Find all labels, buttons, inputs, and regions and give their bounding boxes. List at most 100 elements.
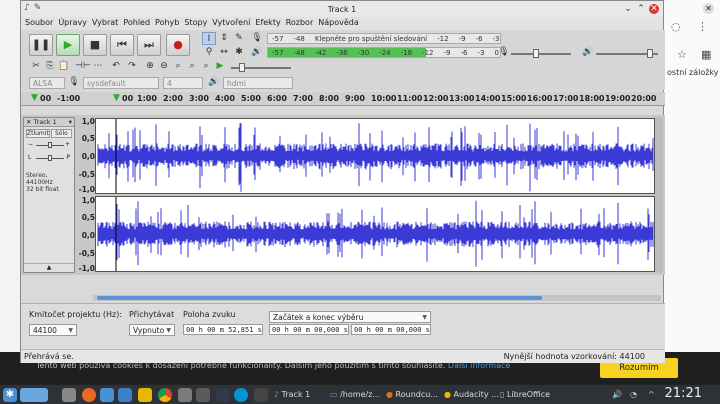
task-audacity-chrome[interactable]: ● Audacity ... (444, 387, 499, 403)
calculator-icon[interactable] (196, 388, 210, 402)
track-close-icon[interactable]: ✕ (26, 118, 31, 126)
selection-start-field[interactable]: 00 h 00 m 00,000 s (269, 324, 349, 335)
collapse-track-icon[interactable]: ▲ (24, 263, 74, 271)
play-volume-knob[interactable] (647, 49, 653, 58)
waveform-left-channel[interactable] (95, 118, 655, 194)
record-volume-slider[interactable] (511, 53, 571, 55)
cut-icon[interactable]: ✂ (29, 60, 43, 73)
hp-icon[interactable] (234, 388, 248, 402)
chrome-icon[interactable] (158, 388, 172, 402)
menu-view[interactable]: Pohled (123, 17, 155, 30)
close-icon[interactable]: ✕ (703, 3, 714, 14)
silence-icon[interactable]: ⋯ (91, 60, 105, 73)
selection-mode-select[interactable]: Začátek a konec výběru ▼ (269, 311, 431, 323)
other-bookmarks[interactable]: ostní záložky (667, 68, 719, 77)
timeshift-tool-icon[interactable]: ↔ (217, 46, 231, 59)
selection-end-field[interactable]: 00 h 00 m 00,000 s (351, 324, 431, 335)
close-window-icon[interactable]: ✕ (649, 4, 659, 14)
file-manager-icon[interactable] (100, 388, 114, 402)
menu-tracks[interactable]: Stopy (184, 17, 212, 30)
mute-button[interactable]: Ztlumit (26, 129, 50, 138)
volume-icon[interactable]: 🔊 (612, 387, 622, 403)
track-control-panel[interactable]: ✕ Track 1 ▾ Ztlumit Sólo − + L P Stereo,… (23, 117, 75, 273)
settings-icon[interactable] (62, 388, 76, 402)
solo-button[interactable]: Sólo (50, 129, 72, 138)
audacity-window: ♪ ✎ Track 1 ⌄ ⌃ ✕ Soubor Úpravy Vybrat Po… (20, 0, 665, 363)
stop-button[interactable]: ■ (83, 34, 107, 56)
zoom-in-icon[interactable]: ⊕ (143, 60, 157, 73)
task-audacity[interactable]: ♪ Track 1 (274, 387, 310, 403)
play-speed-knob[interactable] (239, 63, 245, 72)
redo-icon[interactable]: ↷ (125, 60, 139, 73)
terminal-icon[interactable] (216, 388, 230, 402)
record-volume-knob[interactable] (533, 49, 539, 58)
play-button[interactable]: ▶ (56, 34, 80, 56)
skip-end-button[interactable]: ⏭ (137, 34, 161, 56)
fit-project-icon[interactable]: ⌕ (185, 60, 199, 73)
notes-icon[interactable] (138, 388, 152, 402)
playback-meter[interactable]: -57 -48 -42 -36 -30 -24 -18 -12 -9 -6 -3… (267, 47, 501, 58)
input-device-select[interactable]: sysdefault (83, 77, 159, 89)
menu-analyze[interactable]: Rozbor (286, 17, 319, 30)
menu-edit[interactable]: Úpravy (58, 17, 92, 30)
fit-selection-icon[interactable]: ⌕ (171, 60, 185, 73)
track-name[interactable]: Track 1 (34, 118, 57, 126)
speaker-icon[interactable]: 🔊 (250, 46, 264, 59)
timeline-ruler[interactable]: ▼ 00 -1:00 ▼ 00 1:00 2:00 3:00 4:00 5:00… (21, 92, 665, 106)
output-device-select[interactable]: hdmi (223, 77, 293, 89)
microphone-icon[interactable]: 🎙 (250, 32, 264, 45)
menu-generate[interactable]: Vytvoření (212, 17, 255, 30)
app-launcher-icon[interactable]: ✱ (3, 388, 17, 402)
copy-icon[interactable]: ⎘ (43, 60, 57, 73)
screenshot-icon[interactable] (178, 388, 192, 402)
waveform-right-channel[interactable] (95, 196, 655, 272)
track-menu-icon[interactable]: ▾ (69, 118, 72, 127)
mail-icon[interactable] (118, 388, 132, 402)
trim-icon[interactable]: ⊣⊢ (75, 60, 91, 73)
task-roundcube[interactable]: ● Roundcu... (386, 387, 438, 403)
wifi-icon[interactable]: ◔ (630, 387, 637, 403)
minimize-icon[interactable]: ⌄ (623, 4, 633, 14)
pause-button[interactable]: ❚❚ (29, 34, 53, 56)
maximize-icon[interactable]: ⌃ (636, 4, 646, 14)
record-meter[interactable]: -57 -48 Klepněte pro spuštění sledování … (267, 33, 501, 44)
audio-position-field[interactable]: 00 h 00 m 52,851 s (183, 324, 263, 335)
skip-start-button[interactable]: ⏮ (110, 34, 134, 56)
multi-tool-icon[interactable]: ✱ (232, 46, 246, 59)
zoom-tool-icon[interactable]: ⚲ (202, 46, 216, 59)
record-button[interactable]: ● (166, 34, 190, 56)
menu-help[interactable]: Nápověda (318, 17, 364, 30)
menu-file[interactable]: Soubor (25, 17, 58, 30)
firefox-icon[interactable] (82, 388, 96, 402)
menu-select[interactable]: Vybrat (92, 17, 123, 30)
envelope-tool-icon[interactable]: ⇕ (217, 32, 231, 45)
menu-effect[interactable]: Efekty (255, 17, 285, 30)
selection-tool-icon[interactable]: I (202, 32, 216, 45)
task-file-manager[interactable]: ▭ /home/z... (330, 387, 380, 403)
audio-host-select[interactable]: ALSA (29, 77, 65, 89)
star-icon[interactable]: ☆ (677, 48, 687, 61)
draw-tool-icon[interactable]: ✎ (232, 32, 246, 45)
task-libreoffice[interactable]: ▯ LibreOffice (500, 387, 550, 403)
menu-transport[interactable]: Pohyb (155, 17, 184, 30)
camera-icon[interactable] (254, 388, 268, 402)
snap-select[interactable]: Vypnuto ▼ (129, 324, 175, 336)
scrollbar-thumb[interactable] (97, 296, 542, 300)
project-rate-select[interactable]: 44100 ▼ (29, 324, 77, 336)
pin-icon[interactable]: ✎ (34, 3, 42, 13)
undo-icon[interactable]: ↶ (109, 60, 123, 73)
zoom-out-icon[interactable]: ⊖ (157, 60, 171, 73)
channels-select[interactable]: 4 (163, 77, 203, 89)
play-at-speed-icon[interactable]: ▶ (213, 60, 227, 73)
chrome-small-icon: ● (444, 390, 451, 399)
horizontal-scrollbar[interactable] (93, 295, 661, 301)
paste-icon[interactable]: 📋 (57, 60, 71, 73)
tray-expand-icon[interactable]: ^ (648, 387, 655, 403)
zoom-toggle-icon[interactable]: ⌕ (199, 60, 213, 73)
profile-icon[interactable]: ◌ (671, 20, 681, 33)
menu-icon[interactable]: ⋮ (697, 20, 708, 33)
desktop-switcher-icon[interactable] (20, 388, 48, 402)
extensions-icon[interactable]: ▦ (701, 48, 711, 61)
pan-knob[interactable] (48, 155, 52, 161)
gain-knob[interactable] (48, 142, 52, 148)
